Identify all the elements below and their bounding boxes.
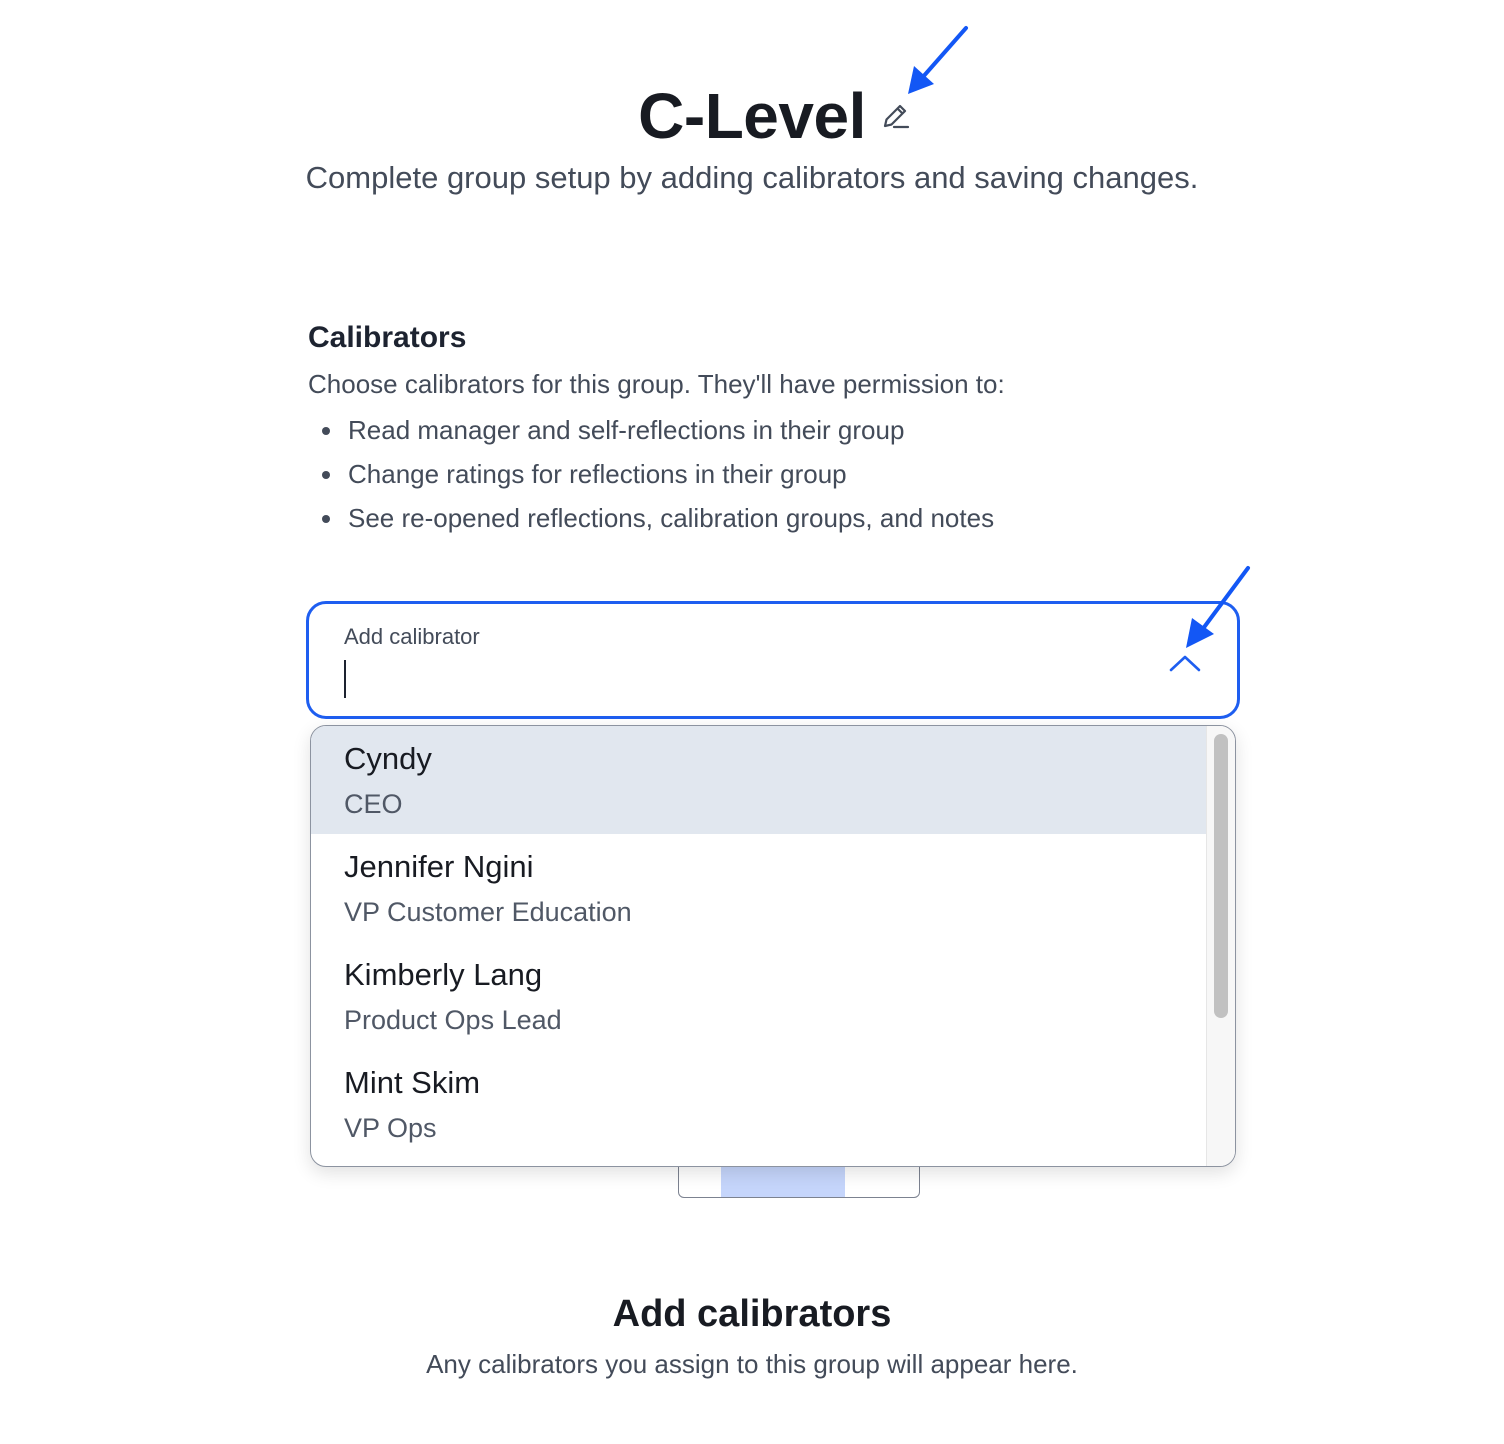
bullet-icon — [322, 471, 330, 479]
calibrator-listbox: Cyndy CEO Jennifer Ngini VP Customer Edu… — [310, 725, 1236, 1167]
empty-state-title: Add calibrators — [612, 1293, 892, 1335]
annotation-arrow-edit — [908, 26, 968, 94]
scrollbar-thumb[interactable] — [1214, 734, 1228, 1018]
annotation-arrow-chevron — [1186, 566, 1250, 648]
option-name: Jennifer Ngini — [344, 849, 534, 884]
permission-item: See re-opened reflections, calibration g… — [308, 496, 1238, 540]
empty-state-description: Any calibrators you assign to this group… — [426, 1349, 1078, 1379]
option-role: Product Ops Lead — [344, 1005, 562, 1035]
calibration-group-page: C-Level Complete group setup by adding c… — [0, 0, 1504, 1444]
add-calibrator-input[interactable] — [339, 654, 1143, 706]
listbox-scrollbar[interactable] — [1206, 726, 1235, 1166]
calibrator-option[interactable]: Jennifer Ngini VP Customer Education — [311, 834, 1207, 942]
option-name: Mint Skim — [344, 1065, 481, 1100]
calibrators-section: Calibrators Choose calibrators for this … — [308, 318, 1238, 540]
calibrator-option[interactable]: Cyndy CEO — [311, 726, 1207, 834]
calibrators-heading: Calibrators — [308, 321, 467, 354]
pencil-icon[interactable] — [878, 100, 912, 134]
permission-item: Change ratings for reflections in their … — [308, 452, 1238, 496]
add-calibrator-combobox[interactable]: Add calibrator — [306, 601, 1240, 719]
option-role: VP Customer Education — [344, 897, 632, 927]
permission-item: Read manager and self-reflections in the… — [308, 408, 1238, 452]
chevron-up-icon[interactable] — [1167, 648, 1203, 678]
option-name: Cyndy — [344, 741, 432, 776]
title-row: C-Level — [0, 76, 1504, 156]
page-subtitle: Complete group setup by adding calibrato… — [305, 160, 1199, 195]
page-title: C-Level — [638, 80, 866, 152]
permission-list: Read manager and self-reflections in the… — [308, 408, 1238, 540]
bullet-icon — [322, 515, 330, 523]
calibrator-option[interactable]: Mint Skim VP Ops — [311, 1050, 1207, 1158]
add-calibrator-label: Add calibrator — [344, 624, 480, 649]
calibrators-description: Choose calibrators for this group. They'… — [308, 369, 1005, 399]
calibrator-option[interactable]: Kimberly Lang Product Ops Lead — [311, 942, 1207, 1050]
option-role: VP Ops — [344, 1113, 437, 1143]
option-name: Kimberly Lang — [344, 957, 543, 992]
option-role: CEO — [344, 789, 403, 819]
bullet-icon — [322, 427, 330, 435]
